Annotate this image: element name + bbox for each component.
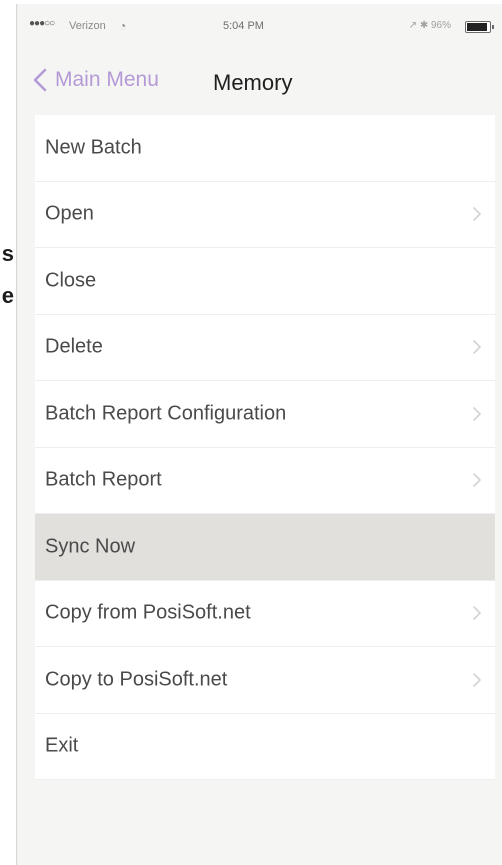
chevron-right-icon (473, 406, 481, 421)
menu-item-label: Delete (45, 335, 103, 358)
battery-cap (492, 25, 494, 29)
back-button[interactable]: Main Menu (31, 64, 159, 96)
chevron-left-icon (31, 68, 51, 92)
menu-item-label: New Batch (45, 136, 142, 159)
menu-item-label: Open (45, 202, 94, 225)
status-bar: ●●●○○ Verizon ◔ 5:04 PM ↗ ✱ 96% (17, 16, 502, 38)
menu-item-batch-report-configuration[interactable]: Batch Report Configuration (35, 381, 495, 448)
status-right-indicators: ↗ ✱ 96% (408, 20, 451, 31)
cropped-text-fragment: e (1, 283, 14, 308)
carrier-name: Verizon (69, 20, 106, 32)
battery-icon (465, 21, 494, 33)
menu-item-exit[interactable]: Exit (35, 714, 495, 780)
menu-item-close[interactable]: Close (35, 248, 495, 315)
menu-item-new-batch[interactable]: New Batch (35, 115, 495, 182)
chevron-right-icon (473, 672, 481, 687)
chevron-right-icon (473, 473, 481, 488)
menu-item-open[interactable]: Open (35, 182, 495, 248)
screenshot-page: s e ●●●○○ Verizon ◔ 5:04 PM ↗ ✱ 96% Main… (0, 0, 502, 865)
menu-item-label: Sync Now (45, 535, 136, 558)
menu-item-copy-to-posisoft-net[interactable]: Copy to PosiSoft.net (35, 647, 495, 714)
cropped-text-fragment: s (1, 241, 14, 266)
menu-item-label: Close (45, 269, 97, 292)
menu-item-label: Copy from PosiSoft.net (45, 601, 251, 624)
menu-item-label: Exit (45, 734, 79, 757)
chevron-right-icon (473, 606, 481, 621)
menu-item-batch-report[interactable]: Batch Report (35, 448, 495, 514)
memory-menu-list: New Batch Open Close Delete Batch Report Con… (35, 115, 495, 780)
battery-fill (467, 23, 487, 31)
phone-screen: ●●●○○ Verizon ◔ 5:04 PM ↗ ✱ 96% Main Men… (16, 4, 502, 865)
status-time: 5:04 PM (223, 20, 264, 32)
back-button-label: Main Menu (55, 68, 159, 91)
menu-item-delete[interactable]: Delete (35, 315, 495, 381)
menu-item-sync-now[interactable]: Sync Now (35, 514, 495, 581)
menu-item-label: Batch Report Configuration (45, 402, 287, 425)
menu-item-copy-from-posisoft-net[interactable]: Copy from PosiSoft.net (35, 581, 495, 647)
signal-strength-icon: ●●●○○ (29, 18, 55, 29)
navigation-bar: Main Menu Memory (17, 56, 502, 106)
chevron-right-icon (473, 207, 481, 222)
wifi-icon: ◔ (119, 19, 127, 33)
page-title: Memory (213, 70, 293, 95)
menu-item-label: Batch Report (45, 468, 162, 491)
menu-item-label: Copy to PosiSoft.net (45, 668, 228, 691)
chevron-right-icon (473, 340, 481, 355)
